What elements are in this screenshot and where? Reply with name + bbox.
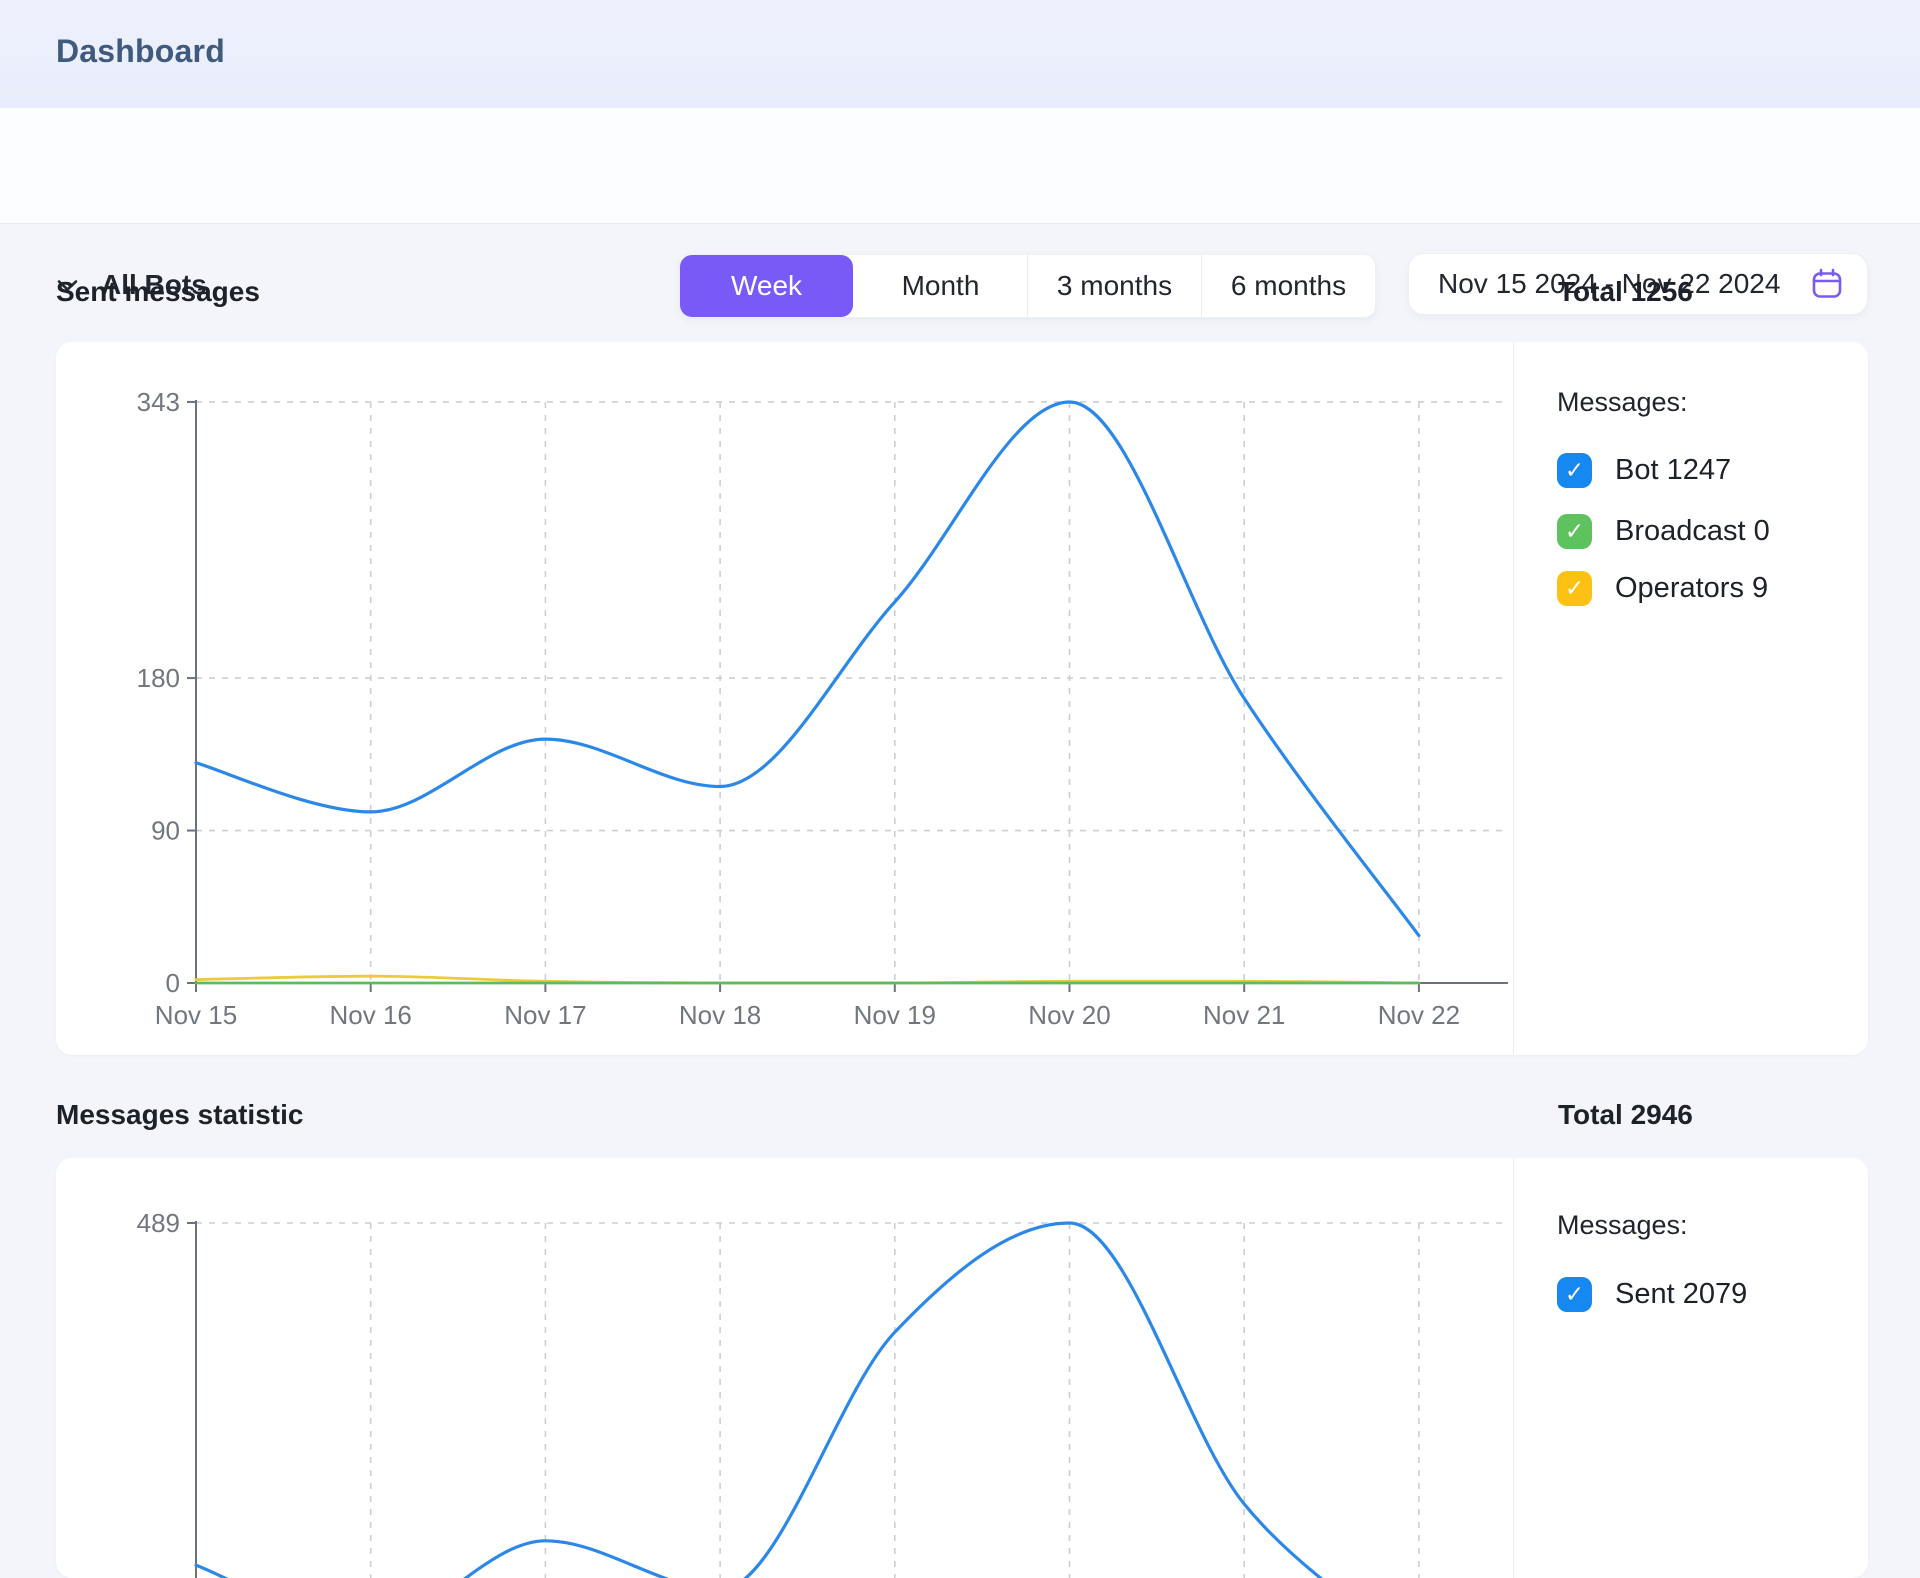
- calendar-icon: [1810, 267, 1844, 301]
- filter-bar: All Bots Week Month 3 months 6 months No…: [0, 108, 1920, 224]
- svg-text:180: 180: [137, 663, 180, 693]
- messages-statistic-card: 489 Messages: ✓ Sent 2079: [56, 1158, 1868, 1578]
- page-header: Dashboard: [0, 0, 1920, 108]
- range-tabs: Week Month 3 months 6 months: [679, 254, 1376, 318]
- svg-text:343: 343: [137, 387, 180, 417]
- section-title-messages-statistic: Messages statistic: [56, 1099, 303, 1131]
- tab-3-months[interactable]: 3 months: [1027, 255, 1201, 317]
- sent-messages-card: 0 90 180 343 Nov 15 Nov 16 Nov 17 Nov 18 Nov 19 N…: [56, 342, 1868, 1055]
- svg-text:Nov 16: Nov 16: [330, 1000, 412, 1030]
- legend-label-operators: Operators 9: [1615, 572, 1768, 605]
- tab-week[interactable]: Week: [680, 255, 853, 317]
- section-total-messages-statistic: Total 2946: [1558, 1099, 1693, 1131]
- card-divider: [1513, 1158, 1514, 1578]
- card-divider: [1513, 342, 1514, 1055]
- tab-6-months[interactable]: 6 months: [1201, 255, 1375, 317]
- legend-label-bot: Bot 1247: [1615, 454, 1731, 487]
- checkbox-operators[interactable]: ✓: [1557, 571, 1592, 606]
- legend-item-operators: ✓ Operators 9: [1557, 570, 1768, 606]
- svg-text:Nov 17: Nov 17: [504, 1000, 586, 1030]
- page-title: Dashboard: [56, 33, 225, 70]
- legend-item-broadcast: ✓ Broadcast 0: [1557, 513, 1770, 549]
- svg-text:Nov 18: Nov 18: [679, 1000, 761, 1030]
- legend-heading: Messages:: [1557, 1210, 1688, 1241]
- checkbox-bot[interactable]: ✓: [1557, 453, 1592, 488]
- svg-text:Nov 19: Nov 19: [854, 1000, 936, 1030]
- section-title-sent-messages: Sent messages: [56, 276, 260, 308]
- svg-text:489: 489: [137, 1208, 180, 1238]
- legend-heading: Messages:: [1557, 387, 1688, 418]
- svg-text:Nov 22: Nov 22: [1378, 1000, 1460, 1030]
- svg-text:Nov 20: Nov 20: [1028, 1000, 1110, 1030]
- svg-text:90: 90: [151, 816, 180, 846]
- checkbox-broadcast[interactable]: ✓: [1557, 514, 1592, 549]
- legend-label-broadcast: Broadcast 0: [1615, 515, 1770, 548]
- legend-label-sent: Sent 2079: [1615, 1278, 1747, 1311]
- svg-text:Nov 21: Nov 21: [1203, 1000, 1285, 1030]
- section-total-sent-messages: Total 1256: [1558, 276, 1693, 308]
- checkbox-sent[interactable]: ✓: [1557, 1277, 1592, 1312]
- svg-text:Nov 15: Nov 15: [155, 1000, 237, 1030]
- svg-text:0: 0: [166, 968, 180, 998]
- sent-messages-chart: 0 90 180 343 Nov 15 Nov 16 Nov 17 Nov 18 Nov 19 N…: [56, 342, 1868, 1055]
- tab-month[interactable]: Month: [853, 255, 1027, 317]
- legend-item-sent: ✓ Sent 2079: [1557, 1276, 1747, 1312]
- legend-item-bot: ✓ Bot 1247: [1557, 452, 1731, 488]
